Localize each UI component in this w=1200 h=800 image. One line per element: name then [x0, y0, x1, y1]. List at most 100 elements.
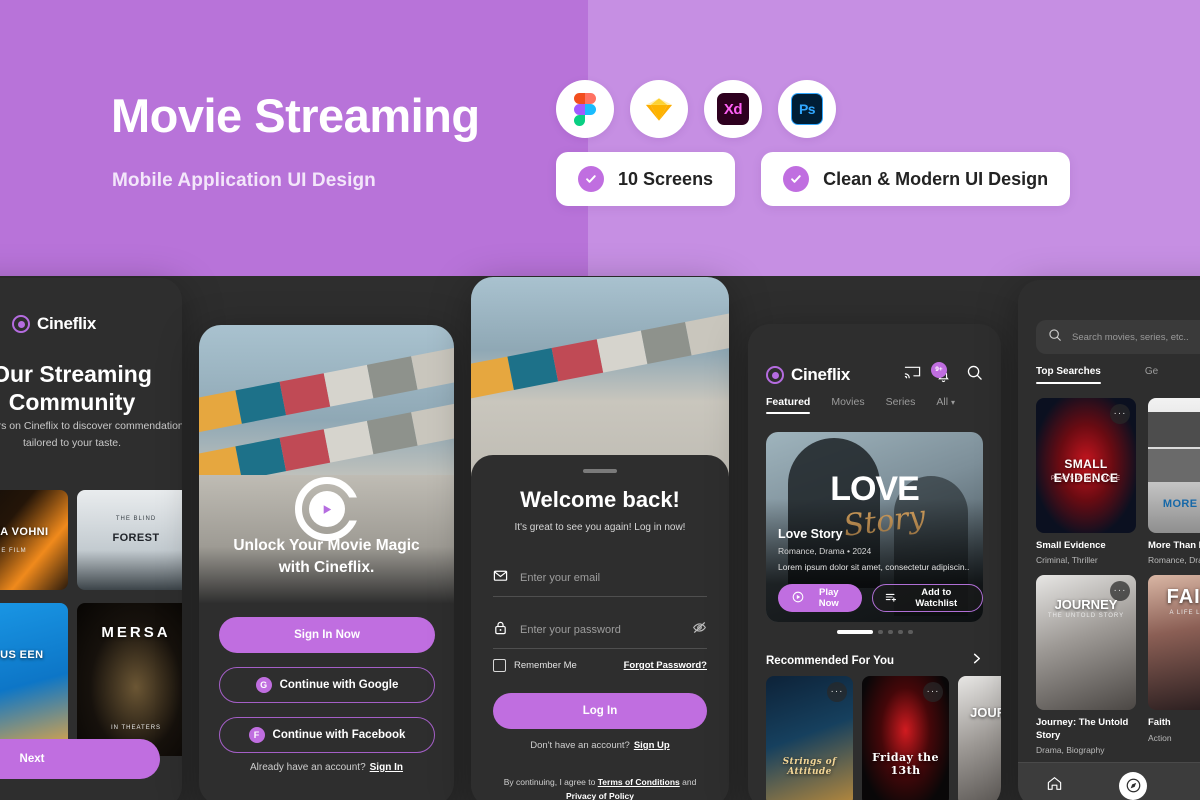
next-button[interactable]: Next: [0, 739, 160, 779]
chevron-right-icon[interactable]: [970, 652, 983, 670]
email-field[interactable]: [493, 559, 707, 597]
poster-title: MERSA: [101, 624, 171, 642]
app-logo-label: Cineflix: [791, 365, 851, 384]
play-icon: [308, 491, 345, 527]
cineflix-logo-icon: [12, 315, 30, 333]
search-icon[interactable]: [966, 364, 983, 386]
search-tabs: Top Searches Ge: [1036, 366, 1158, 384]
banner-background-right: [588, 0, 1200, 276]
poster-title: FAITH: [1166, 586, 1200, 609]
check-icon: [578, 166, 604, 192]
result-genres: Criminal, Thriller: [1036, 555, 1098, 566]
notifications-button[interactable]: 9+: [931, 361, 952, 384]
sign-in-link[interactable]: Sign In: [370, 762, 403, 773]
search-input[interactable]: [1072, 331, 1200, 343]
tab-top-searches[interactable]: Top Searches: [1036, 366, 1101, 384]
poster-card[interactable]: MERSA IN THEATERS: [77, 603, 182, 756]
poster-title: OLIVIA VOHNI: [0, 526, 49, 538]
hero-meta: Romance, Drama • 2024: [778, 546, 975, 556]
forgot-password-link[interactable]: Forgot Password?: [624, 660, 707, 671]
home-tabs: Featured Movies Series All ▾: [766, 396, 955, 414]
phone-splash: Unlock Your Movie Magic with Cineflix. S…: [199, 325, 454, 800]
poster-title: Strings of Attitude: [782, 756, 837, 777]
carousel-dot[interactable]: [836, 630, 873, 634]
tab-genres[interactable]: Ge: [1145, 366, 1158, 384]
poster-card[interactable]: THE BLIND FOREST: [77, 490, 182, 590]
sign-in-now-button[interactable]: Sign In Now: [219, 617, 435, 653]
tab-movies[interactable]: Movies: [831, 396, 864, 414]
result-genres: Drama, Biography: [1036, 745, 1105, 756]
bottom-navigation: [1018, 762, 1200, 800]
poster-card[interactable]: ··· JOURNEY THE UNTOLD STORY: [1036, 575, 1136, 711]
poster-subtitle: THE FILM: [0, 548, 27, 554]
carousel-dot[interactable]: [907, 630, 913, 634]
google-button-label: Continue with Google: [279, 679, 399, 691]
remember-me-checkbox[interactable]: Remember Me: [493, 659, 577, 672]
splash-tagline: Unlock Your Movie Magic with Cineflix.: [233, 537, 420, 576]
login-screen: Welcome back! It's great to see you agai…: [471, 277, 729, 800]
poster-title: JOURNEY: [970, 704, 1001, 720]
result-card[interactable]: MORE THAN More Than I Romance, Dra: [1148, 398, 1200, 565]
carousel-dot[interactable]: [897, 630, 903, 634]
login-options-row: Remember Me Forgot Password?: [493, 659, 707, 672]
email-input[interactable]: [520, 571, 707, 584]
login-sheet: Welcome back! It's great to see you agai…: [471, 455, 729, 800]
poster-card[interactable]: ··· SMALL EVIDENCE PLAYS A BIG ROLE: [1036, 398, 1136, 533]
privacy-link[interactable]: Privacy of Policy: [566, 791, 634, 800]
more-options-icon[interactable]: ···: [923, 682, 943, 702]
page-title: Movie Streaming: [111, 89, 480, 142]
search-bar[interactable]: [1036, 320, 1200, 354]
search-icon: [1048, 328, 1062, 347]
play-now-button[interactable]: Play Now: [778, 584, 862, 612]
feature-pills: 10 Screens Clean & Modern UI Design: [556, 152, 1071, 206]
sheet-handle[interactable]: [583, 469, 617, 473]
result-card[interactable]: FAITH A LIFE LESSON Faith Action: [1148, 575, 1200, 755]
tab-featured[interactable]: Featured: [766, 396, 811, 414]
phone-onboarding: Cineflix Our Streaming Community ns of u…: [0, 278, 182, 800]
recommended-rail: ··· Strings of Attitude ··· Friday the 1…: [766, 676, 1001, 800]
password-field[interactable]: [493, 611, 707, 649]
terms-prefix: By continuing, I agree to: [503, 777, 596, 787]
more-options-icon[interactable]: ···: [827, 682, 847, 702]
home-screen: Cineflix 9+ Featured Movies Series All ▾…: [748, 324, 1001, 800]
poster-card[interactable]: MORE THAN: [1148, 398, 1200, 533]
continue-with-google-button[interactable]: G Continue with Google: [219, 667, 435, 703]
cast-icon[interactable]: [904, 364, 921, 386]
facebook-icon: F: [248, 727, 265, 743]
poster-card[interactable]: OLIVIA VOHNI THE FILM: [0, 490, 68, 590]
poster-card[interactable]: ··· Friday the 13th: [862, 676, 949, 800]
hero-genres: Romance, Drama: [778, 546, 845, 556]
result-card[interactable]: ··· JOURNEY THE UNTOLD STORY Journey: Th…: [1036, 575, 1136, 755]
carousel-dot[interactable]: [877, 630, 883, 634]
pill-screens: 10 Screens: [556, 152, 736, 206]
result-card[interactable]: ··· SMALL EVIDENCE PLAYS A BIG ROLE Smal…: [1036, 398, 1136, 565]
carousel-dot[interactable]: [887, 630, 893, 634]
tab-all[interactable]: All ▾: [936, 396, 955, 414]
checkbox-box[interactable]: [493, 659, 506, 672]
poster-card[interactable]: DROUS EEN: [0, 603, 68, 756]
password-input[interactable]: [520, 623, 680, 636]
poster-card[interactable]: FAITH A LIFE LESSON: [1148, 575, 1200, 711]
compass-icon[interactable]: [1119, 771, 1147, 800]
home-icon[interactable]: [1046, 775, 1063, 797]
remember-me-label: Remember Me: [514, 660, 577, 671]
onboarding-heading: Our Streaming Community: [0, 361, 152, 416]
poster-grid-row-2: DROUS EEN MERSA IN THEATERS: [0, 603, 182, 756]
sign-up-link[interactable]: Sign Up: [634, 740, 670, 751]
phone-home: Cineflix 9+ Featured Movies Series All ▾…: [748, 324, 1001, 800]
log-in-button[interactable]: Log In: [493, 693, 707, 729]
add-to-watchlist-button[interactable]: Add to Watchlist: [871, 584, 983, 612]
continue-with-facebook-button[interactable]: F Continue with Facebook: [219, 717, 435, 753]
photoshop-icon: Ps: [791, 93, 823, 125]
poster-card[interactable]: ··· Strings of Attitude: [766, 676, 853, 800]
check-icon: [783, 166, 810, 192]
eye-off-icon[interactable]: [692, 620, 707, 640]
more-options-icon[interactable]: ···: [1110, 404, 1130, 424]
poster-card[interactable]: JOURNEY: [958, 676, 1001, 800]
screenshot-stage: Movie Streaming Mobile Application UI De…: [0, 0, 1200, 800]
app-logo: Cineflix: [766, 365, 850, 385]
hero-banner[interactable]: LOVE Story Love Story Romance, Drama • 2…: [766, 432, 983, 622]
hero-year: 2024: [852, 546, 872, 556]
terms-link[interactable]: Terms of Conditions: [598, 777, 680, 787]
tab-series[interactable]: Series: [886, 396, 916, 414]
